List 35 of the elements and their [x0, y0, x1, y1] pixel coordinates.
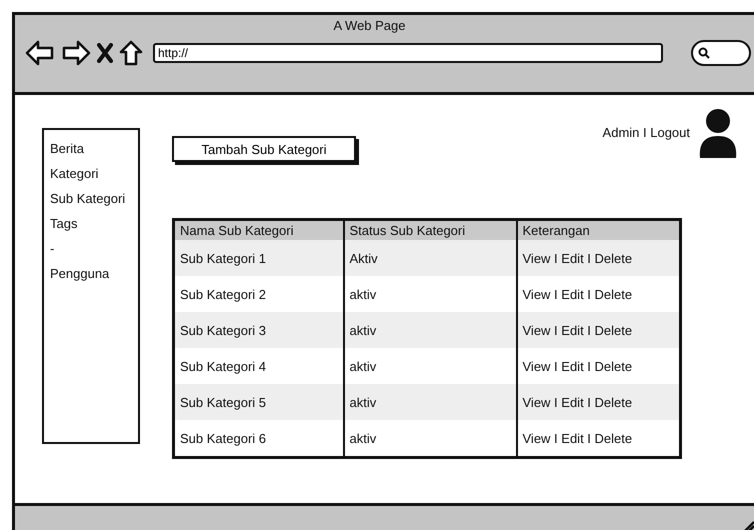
table-cell: Sub Kategori 4: [174, 348, 344, 384]
table-cell: Sub Kategori 5: [174, 384, 344, 420]
cross-icon[interactable]: [97, 43, 113, 63]
column-header: Status Sub Kategori: [344, 220, 516, 240]
row-actions-link[interactable]: View I Edit I Delete: [516, 240, 680, 276]
sidebar-item[interactable]: Tags: [50, 211, 78, 236]
sidebar-item[interactable]: Berita: [50, 136, 84, 161]
back-arrow-icon[interactable]: [25, 40, 55, 66]
row-actions-link[interactable]: View I Edit I Delete: [516, 312, 680, 348]
sidebar-item[interactable]: Kategori: [50, 161, 98, 186]
sidebar-item[interactable]: Pengguna: [50, 261, 110, 286]
search-field[interactable]: [691, 40, 751, 66]
sidebar-item[interactable]: Sub Kategori: [50, 186, 126, 211]
address-field[interactable]: http://: [153, 43, 663, 63]
search-icon: [698, 47, 710, 59]
column-header: Nama Sub Kategori: [174, 220, 344, 240]
forward-arrow-icon[interactable]: [61, 40, 91, 66]
table-cell: Sub Kategori 2: [174, 276, 344, 312]
admin-logout-link[interactable]: Admin I Logout: [602, 125, 690, 140]
user-avatar-icon: [698, 108, 738, 160]
window-title: A Web Page: [333, 17, 406, 35]
table-cell: Aktiv: [344, 240, 516, 276]
table-cell: aktiv: [344, 384, 516, 420]
row-actions-link[interactable]: View I Edit I Delete: [516, 420, 680, 458]
resize-grip-icon[interactable]: [743, 520, 754, 530]
column-header: Keterangan: [516, 220, 680, 240]
sidebar-item[interactable]: -: [50, 236, 54, 261]
table-cell: Sub Kategori 3: [174, 312, 344, 348]
row-actions-link[interactable]: View I Edit I Delete: [516, 384, 680, 420]
table-cell: Sub Kategori 6: [174, 420, 344, 458]
add-subcategory-button[interactable]: Tambah Sub Kategori: [172, 136, 356, 162]
table-cell: aktiv: [344, 312, 516, 348]
table-cell: aktiv: [344, 420, 516, 458]
table-cell: Sub Kategori 1: [174, 240, 344, 276]
home-icon[interactable]: [119, 40, 143, 66]
